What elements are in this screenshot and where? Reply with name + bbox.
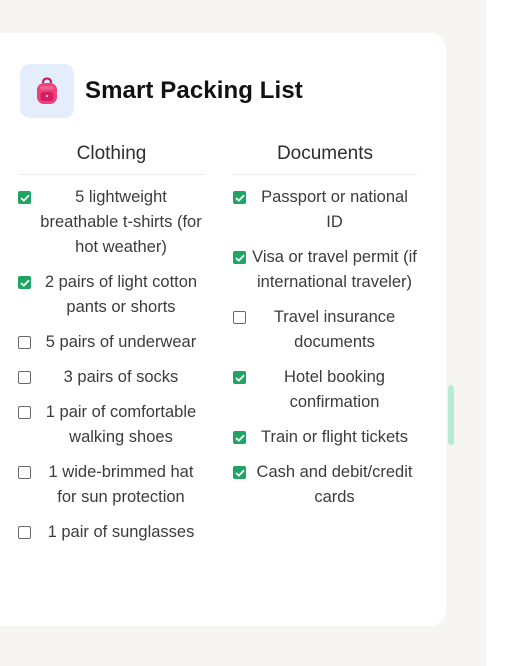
- list-item[interactable]: 5 pairs of underwear: [18, 330, 205, 355]
- item-label: Visa or travel permit (if international …: [252, 248, 417, 291]
- checkmark-icon: [234, 254, 245, 262]
- page-title: Smart Packing List: [85, 77, 303, 104]
- clothing-column: Clothing 5 lightweight breathable t-shir…: [18, 141, 205, 555]
- item-label: 5 pairs of underwear: [45, 333, 197, 351]
- checkbox-unchecked[interactable]: [233, 311, 246, 324]
- checkbox-checked[interactable]: [233, 371, 246, 384]
- checkbox-checked[interactable]: [233, 466, 246, 479]
- packing-list-card: Smart Packing List Clothing 5 lightweigh…: [0, 33, 446, 626]
- page-background-strip: [486, 0, 511, 666]
- scrollbar-thumb[interactable]: [448, 385, 454, 445]
- checkbox-checked[interactable]: [18, 191, 31, 204]
- item-label: Cash and debit/credit cards: [256, 463, 413, 506]
- item-label: 2 pairs of light cotton pants or shorts: [44, 273, 198, 316]
- checkmark-icon: [234, 434, 245, 442]
- list-item[interactable]: Passport or national ID: [233, 185, 417, 235]
- item-label: Hotel booking confirmation: [284, 368, 385, 411]
- checkbox-checked[interactable]: [18, 276, 31, 289]
- item-label: Travel insurance documents: [273, 308, 396, 351]
- documents-list: Passport or national ID Visa or travel p…: [233, 185, 417, 510]
- checkbox-unchecked[interactable]: [18, 466, 31, 479]
- list-item[interactable]: Cash and debit/credit cards: [233, 460, 417, 510]
- checkbox-checked[interactable]: [233, 191, 246, 204]
- item-label: 1 pair of sunglasses: [47, 523, 195, 541]
- item-label: Train or flight tickets: [260, 428, 409, 446]
- list-item[interactable]: 3 pairs of socks: [18, 365, 205, 390]
- list-item[interactable]: 5 lightweight breathable t-shirts (for h…: [18, 185, 205, 260]
- checkmark-icon: [234, 374, 245, 382]
- item-label: 1 pair of comfortable walking shoes: [45, 403, 197, 446]
- checkmark-icon: [19, 194, 30, 202]
- documents-heading: Documents: [233, 141, 417, 175]
- checkbox-unchecked[interactable]: [18, 336, 31, 349]
- checkbox-unchecked[interactable]: [18, 526, 31, 539]
- clothing-heading: Clothing: [18, 141, 205, 175]
- item-label: Passport or national ID: [261, 188, 408, 231]
- checkmark-icon: [234, 469, 245, 477]
- page-bottom-band: [0, 626, 486, 666]
- checkbox-checked[interactable]: [233, 431, 246, 444]
- list-item[interactable]: Visa or travel permit (if international …: [233, 245, 417, 295]
- list-item[interactable]: 1 pair of sunglasses: [18, 520, 205, 545]
- item-label: 3 pairs of socks: [63, 368, 179, 386]
- list-item[interactable]: 1 wide-brimmed hat for sun protection: [18, 460, 205, 510]
- list-item[interactable]: Train or flight tickets: [233, 425, 417, 450]
- list-item[interactable]: 2 pairs of light cotton pants or shorts: [18, 270, 205, 320]
- list-item[interactable]: 1 pair of comfortable walking shoes: [18, 400, 205, 450]
- list-item[interactable]: Travel insurance documents: [233, 305, 417, 355]
- checkbox-checked[interactable]: [233, 251, 246, 264]
- checkmark-icon: [234, 194, 245, 202]
- list-item[interactable]: Hotel booking confirmation: [233, 365, 417, 415]
- checkbox-unchecked[interactable]: [18, 406, 31, 419]
- clothing-list: 5 lightweight breathable t-shirts (for h…: [18, 185, 205, 545]
- backpack-icon: [37, 77, 57, 104]
- documents-column: Documents Passport or national ID Visa o…: [233, 141, 417, 520]
- checkmark-icon: [19, 279, 30, 287]
- checkbox-unchecked[interactable]: [18, 371, 31, 384]
- item-label: 1 wide-brimmed hat for sun protection: [48, 463, 194, 506]
- backpack-icon-tile: [20, 64, 74, 118]
- card-header: Smart Packing List: [20, 63, 303, 119]
- item-label: 5 lightweight breathable t-shirts (for h…: [40, 188, 202, 256]
